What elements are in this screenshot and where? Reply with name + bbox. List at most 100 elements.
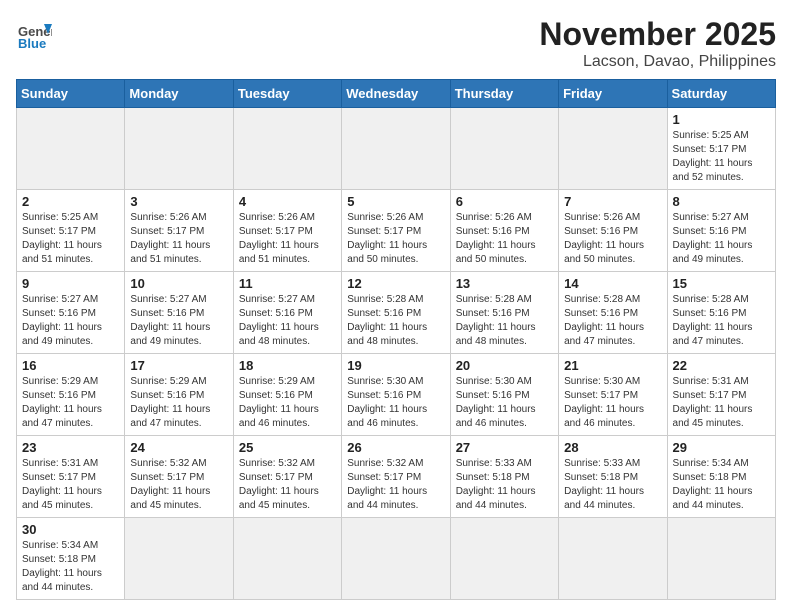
column-header-monday: Monday [125, 80, 233, 108]
calendar-cell: 14Sunrise: 5:28 AM Sunset: 5:16 PM Dayli… [559, 272, 667, 354]
calendar-cell: 13Sunrise: 5:28 AM Sunset: 5:16 PM Dayli… [450, 272, 558, 354]
calendar-cell: 15Sunrise: 5:28 AM Sunset: 5:16 PM Dayli… [667, 272, 775, 354]
day-info: Sunrise: 5:26 AM Sunset: 5:17 PM Dayligh… [239, 211, 336, 267]
day-number: 24 [130, 440, 227, 455]
calendar-cell: 10 Sunrise: 5:27 AM Sunset: 5:16 PM Dayli… [125, 272, 233, 354]
calendar-cell: 5 Sunrise: 5:26 AM Sunset: 5:17 PM Daylig… [342, 190, 450, 272]
day-info: Sunrise: 5:29 AM Sunset: 5:16 PM Dayligh… [130, 375, 227, 431]
calendar-cell: 7 Sunrise: 5:26 AM Sunset: 5:16 PM Daylig… [559, 190, 667, 272]
day-number: 21 [564, 358, 661, 373]
day-number: 8 [673, 194, 770, 209]
calendar-cell [125, 108, 233, 190]
calendar-cell [342, 108, 450, 190]
day-info: Sunrise: 5:25 AM Sunset: 5:17 PM Dayligh… [673, 129, 770, 185]
calendar-week-row: 2 Sunrise: 5:25 AM Sunset: 5:17 PM Daylig… [17, 190, 776, 272]
day-info: Sunrise: 5:31 AM Sunset: 5:17 PM Dayligh… [22, 457, 119, 513]
day-info: Sunrise: 5:26 AM Sunset: 5:17 PM Dayligh… [130, 211, 227, 267]
day-number: 9 [22, 276, 119, 291]
calendar-cell [233, 108, 341, 190]
logo-icon: General Blue [16, 16, 52, 52]
day-info: Sunrise: 5:27 AM Sunset: 5:16 PM Dayligh… [130, 293, 227, 349]
day-info: Sunrise: 5:30 AM Sunset: 5:16 PM Dayligh… [456, 375, 553, 431]
calendar-cell: 25 Sunrise: 5:32 AM Sunset: 5:17 PM Dayli… [233, 436, 341, 518]
calendar-cell: 21 Sunrise: 5:30 AM Sunset: 5:17 PM Dayli… [559, 354, 667, 436]
day-info: Sunrise: 5:30 AM Sunset: 5:17 PM Dayligh… [564, 375, 661, 431]
day-info: Sunrise: 5:28 AM Sunset: 5:16 PM Dayligh… [673, 293, 770, 349]
calendar-cell [667, 518, 775, 600]
day-info: Sunrise: 5:33 AM Sunset: 5:18 PM Dayligh… [564, 457, 661, 513]
calendar-week-row: 16 Sunrise: 5:29 AM Sunset: 5:16 PM Dayli… [17, 354, 776, 436]
day-number: 20 [456, 358, 553, 373]
day-number: 13 [456, 276, 553, 291]
day-info: Sunrise: 5:25 AM Sunset: 5:17 PM Dayligh… [22, 211, 119, 267]
calendar-cell [450, 518, 558, 600]
day-info: Sunrise: 5:28 AM Sunset: 5:16 PM Dayligh… [347, 293, 444, 349]
column-header-thursday: Thursday [450, 80, 558, 108]
calendar-cell: 20 Sunrise: 5:30 AM Sunset: 5:16 PM Dayli… [450, 354, 558, 436]
calendar-cell: 30 Sunrise: 5:34 AM Sunset: 5:18 PM Dayli… [17, 518, 125, 600]
logo: General Blue [16, 16, 52, 52]
calendar-header-row: SundayMondayTuesdayWednesdayThursdayFrid… [17, 80, 776, 108]
day-number: 25 [239, 440, 336, 455]
day-info: Sunrise: 5:32 AM Sunset: 5:17 PM Dayligh… [239, 457, 336, 513]
day-number: 16 [22, 358, 119, 373]
column-header-sunday: Sunday [17, 80, 125, 108]
calendar-cell: 16Sunrise: 5:29 AM Sunset: 5:16 PM Dayli… [17, 354, 125, 436]
column-header-wednesday: Wednesday [342, 80, 450, 108]
day-number: 30 [22, 522, 119, 537]
svg-text:Blue: Blue [18, 36, 46, 51]
day-number: 6 [456, 194, 553, 209]
day-info: Sunrise: 5:34 AM Sunset: 5:18 PM Dayligh… [22, 539, 119, 595]
day-number: 10 [130, 276, 227, 291]
day-info: Sunrise: 5:32 AM Sunset: 5:17 PM Dayligh… [130, 457, 227, 513]
calendar-cell: 22 Sunrise: 5:31 AM Sunset: 5:17 PM Dayli… [667, 354, 775, 436]
day-info: Sunrise: 5:26 AM Sunset: 5:17 PM Dayligh… [347, 211, 444, 267]
day-number: 29 [673, 440, 770, 455]
day-number: 3 [130, 194, 227, 209]
day-number: 5 [347, 194, 444, 209]
calendar-cell: 4 Sunrise: 5:26 AM Sunset: 5:17 PM Daylig… [233, 190, 341, 272]
calendar-cell [559, 108, 667, 190]
calendar-cell [450, 108, 558, 190]
day-info: Sunrise: 5:27 AM Sunset: 5:16 PM Dayligh… [22, 293, 119, 349]
day-info: Sunrise: 5:34 AM Sunset: 5:18 PM Dayligh… [673, 457, 770, 513]
day-number: 7 [564, 194, 661, 209]
calendar-cell: 17 Sunrise: 5:29 AM Sunset: 5:16 PM Dayli… [125, 354, 233, 436]
calendar-cell: 3 Sunrise: 5:26 AM Sunset: 5:17 PM Daylig… [125, 190, 233, 272]
day-info: Sunrise: 5:26 AM Sunset: 5:16 PM Dayligh… [456, 211, 553, 267]
calendar-week-row: 23 Sunrise: 5:31 AM Sunset: 5:17 PM Dayli… [17, 436, 776, 518]
day-number: 17 [130, 358, 227, 373]
calendar-cell: 12 Sunrise: 5:28 AM Sunset: 5:16 PM Dayli… [342, 272, 450, 354]
page-title: November 2025 [539, 16, 776, 53]
calendar-cell: 26Sunrise: 5:32 AM Sunset: 5:17 PM Dayli… [342, 436, 450, 518]
column-header-tuesday: Tuesday [233, 80, 341, 108]
day-number: 26 [347, 440, 444, 455]
calendar-cell: 24 Sunrise: 5:32 AM Sunset: 5:17 PM Dayli… [125, 436, 233, 518]
page-subtitle: Lacson, Davao, Philippines [539, 53, 776, 71]
page-header: General Blue November 2025 Lacson, Davao… [16, 16, 776, 71]
day-number: 14 [564, 276, 661, 291]
day-info: Sunrise: 5:33 AM Sunset: 5:18 PM Dayligh… [456, 457, 553, 513]
calendar-cell [233, 518, 341, 600]
day-info: Sunrise: 5:26 AM Sunset: 5:16 PM Dayligh… [564, 211, 661, 267]
calendar-cell: 11Sunrise: 5:27 AM Sunset: 5:16 PM Dayli… [233, 272, 341, 354]
calendar-cell: 19Sunrise: 5:30 AM Sunset: 5:16 PM Dayli… [342, 354, 450, 436]
day-number: 23 [22, 440, 119, 455]
day-number: 2 [22, 194, 119, 209]
day-info: Sunrise: 5:31 AM Sunset: 5:17 PM Dayligh… [673, 375, 770, 431]
calendar-cell: 8Sunrise: 5:27 AM Sunset: 5:16 PM Daylig… [667, 190, 775, 272]
day-number: 28 [564, 440, 661, 455]
calendar-cell [125, 518, 233, 600]
day-number: 4 [239, 194, 336, 209]
day-number: 22 [673, 358, 770, 373]
calendar-week-row: 30 Sunrise: 5:34 AM Sunset: 5:18 PM Dayli… [17, 518, 776, 600]
day-number: 11 [239, 276, 336, 291]
title-block: November 2025 Lacson, Davao, Philippines [539, 16, 776, 71]
calendar-cell: 27Sunrise: 5:33 AM Sunset: 5:18 PM Dayli… [450, 436, 558, 518]
day-number: 12 [347, 276, 444, 291]
calendar-cell: 23 Sunrise: 5:31 AM Sunset: 5:17 PM Dayli… [17, 436, 125, 518]
column-header-friday: Friday [559, 80, 667, 108]
calendar-cell: 2 Sunrise: 5:25 AM Sunset: 5:17 PM Daylig… [17, 190, 125, 272]
column-header-saturday: Saturday [667, 80, 775, 108]
calendar-cell: 6 Sunrise: 5:26 AM Sunset: 5:16 PM Daylig… [450, 190, 558, 272]
